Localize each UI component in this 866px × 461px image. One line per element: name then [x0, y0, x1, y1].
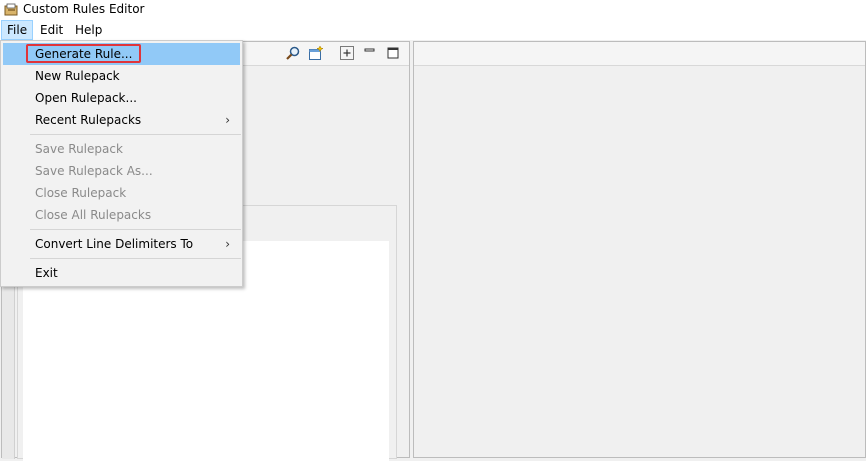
editor-app-icon [4, 3, 18, 16]
maximize-icon[interactable] [339, 45, 355, 61]
menu-item-convert-line-delimiters[interactable]: Convert Line Delimiters To › [3, 233, 240, 255]
menu-separator [30, 134, 241, 135]
menu-edit[interactable]: Edit [35, 20, 68, 40]
menu-item-label: Close All Rulepacks [35, 208, 152, 222]
new-window-icon[interactable] [308, 45, 324, 61]
menu-item-label: New Rulepack [35, 69, 120, 83]
right-pane-toolbar [414, 42, 865, 66]
menu-item-label: Close Rulepack [35, 186, 127, 200]
menu-item-exit[interactable]: Exit [3, 262, 240, 284]
menu-bar: File Edit Help [0, 20, 866, 40]
minimize-icon[interactable] [362, 45, 378, 61]
submenu-arrow-icon: › [225, 237, 230, 251]
menu-item-open-rulepack[interactable]: Open Rulepack... [3, 87, 240, 109]
menu-item-label: Convert Line Delimiters To [35, 237, 194, 251]
menu-item-recent-rulepacks[interactable]: Recent Rulepacks › [3, 109, 240, 131]
title-bar: Custom Rules Editor [0, 0, 866, 20]
menu-item-new-rulepack[interactable]: New Rulepack [3, 65, 240, 87]
right-pane [413, 41, 866, 458]
menu-item-close-rulepack: Close Rulepack [3, 182, 240, 204]
menu-help[interactable]: Help [70, 20, 107, 40]
menu-item-generate-rule[interactable]: Generate Rule... [3, 43, 240, 65]
highlight-box [26, 44, 141, 63]
menu-item-label: Exit [35, 266, 58, 280]
menu-separator [30, 229, 241, 230]
menu-item-label: Save Rulepack As... [35, 164, 153, 178]
menu-separator [30, 258, 241, 259]
menu-item-label: Save Rulepack [35, 142, 123, 156]
menu-item-close-all-rulepacks: Close All Rulepacks [3, 204, 240, 226]
submenu-arrow-icon: › [225, 113, 230, 127]
menu-item-save-rulepack: Save Rulepack [3, 138, 240, 160]
left-scrollbar[interactable] [2, 282, 15, 459]
menu-file[interactable]: File [1, 20, 34, 40]
menu-item-label: Recent Rulepacks [35, 113, 142, 127]
restore-icon[interactable] [385, 45, 401, 61]
window-title: Custom Rules Editor [23, 2, 145, 16]
file-menu-dropdown: Generate Rule... New Rulepack Open Rulep… [0, 40, 243, 287]
menu-item-label: Open Rulepack... [35, 91, 137, 105]
search-icon[interactable] [285, 45, 301, 61]
menu-item-save-rulepack-as: Save Rulepack As... [3, 160, 240, 182]
